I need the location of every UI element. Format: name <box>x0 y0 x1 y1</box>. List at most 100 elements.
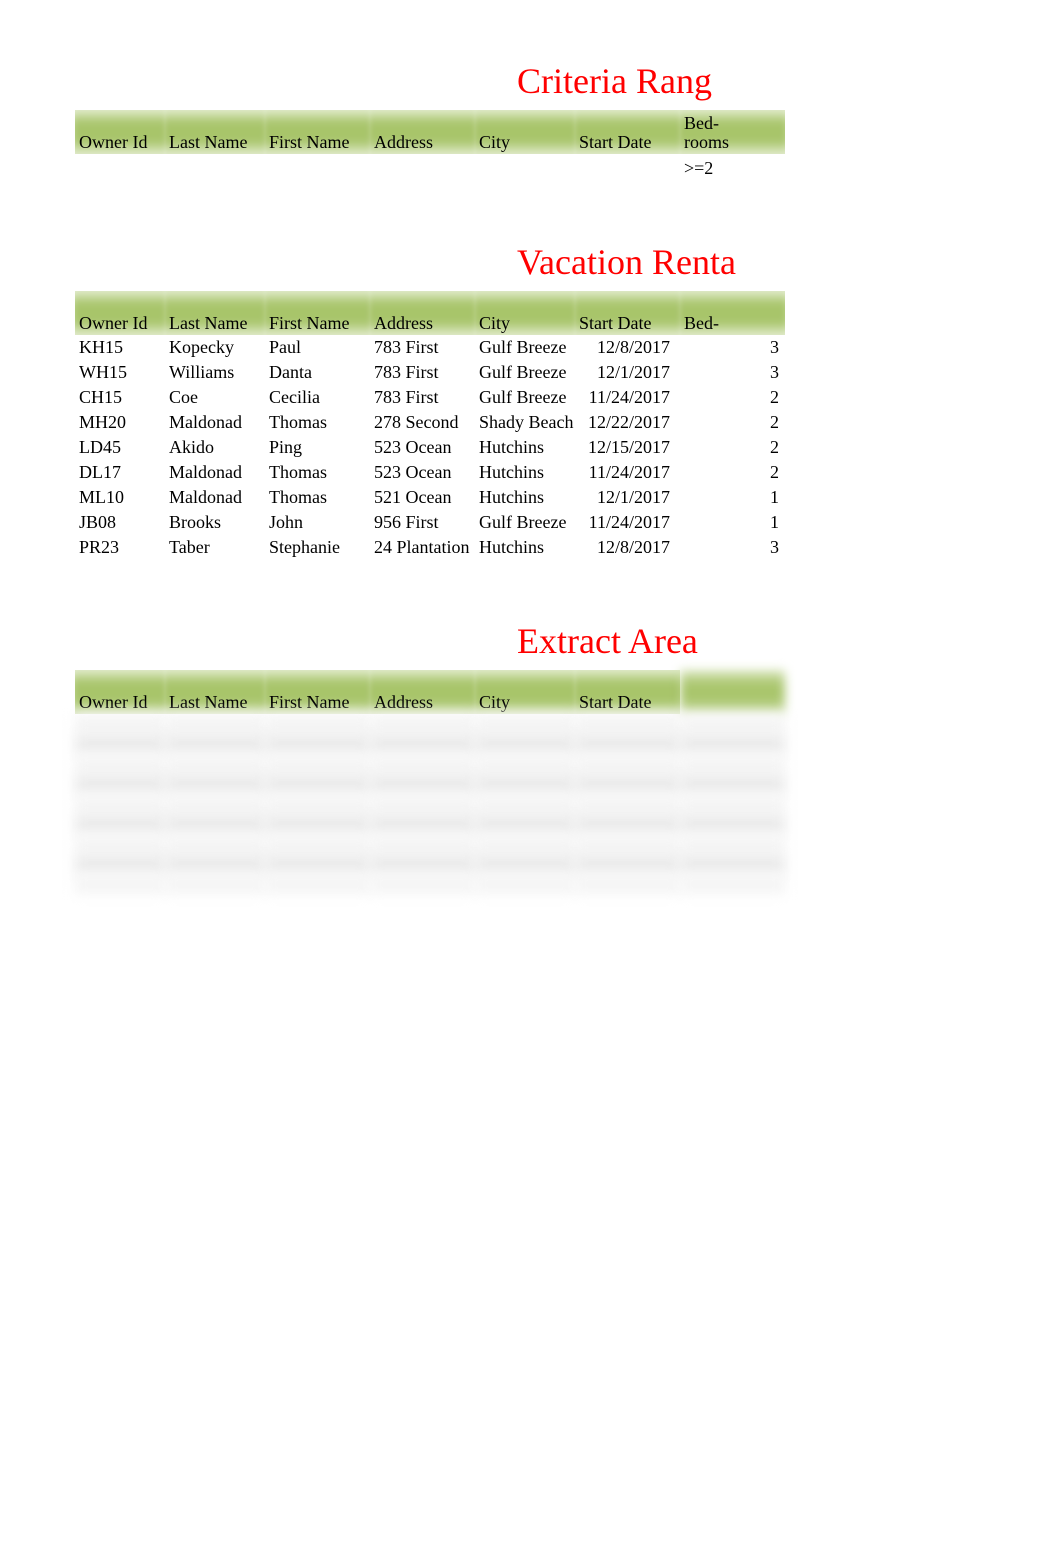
cell-addr: 24 Plantation <box>370 535 475 560</box>
cell-last: Williams <box>165 360 265 385</box>
cell-owner: WH15 <box>75 360 165 385</box>
cell-date: 12/1/2017 <box>575 360 680 385</box>
cell-city: Gulf Breeze <box>475 385 575 410</box>
col-date: Start Date <box>575 670 680 714</box>
criteria-owner <box>75 154 165 181</box>
criteria-title: Criteria Rang <box>75 60 992 102</box>
cell-owner: JB08 <box>75 510 165 535</box>
cell-owner: CH15 <box>75 385 165 410</box>
criteria-bed: >=2 <box>680 154 785 181</box>
cell-last: Maldonad <box>165 410 265 435</box>
cell-date: 12/8/2017 <box>575 335 680 360</box>
cell-first: Ping <box>265 435 370 460</box>
cell-city: Gulf Breeze <box>475 335 575 360</box>
col-last: Last Name <box>165 670 265 714</box>
blurred-row <box>75 794 785 814</box>
cell-addr: 278 Second <box>370 410 475 435</box>
cell-bed: 3 <box>680 360 785 385</box>
col-city: City <box>475 670 575 714</box>
cell-first: Thomas <box>265 460 370 485</box>
table-row: ML10MaldonadThomas521 OceanHutchins12/1/… <box>75 485 785 510</box>
extract-title: Extract Area <box>75 620 992 662</box>
cell-date: 11/24/2017 <box>575 510 680 535</box>
rentals-header-row: Owner Id Last Name First Name Address Ci… <box>75 291 785 335</box>
blurred-row <box>75 874 785 894</box>
col-last: Last Name <box>165 110 265 154</box>
criteria-date <box>575 154 680 181</box>
table-row: LD45AkidoPing523 OceanHutchins12/15/2017… <box>75 435 785 460</box>
col-addr: Address <box>370 291 475 335</box>
rentals-title: Vacation Renta <box>75 241 992 283</box>
col-date: Start Date <box>575 110 680 154</box>
col-owner: Owner Id <box>75 670 165 714</box>
criteria-table: Owner Id Last Name First Name Address Ci… <box>75 110 785 181</box>
table-row: WH15WilliamsDanta783 FirstGulf Breeze12/… <box>75 360 785 385</box>
cell-owner: MH20 <box>75 410 165 435</box>
cell-city: Gulf Breeze <box>475 360 575 385</box>
cell-first: Cecilia <box>265 385 370 410</box>
blurred-row <box>75 734 785 754</box>
col-bed <box>680 670 785 714</box>
cell-addr: 783 First <box>370 385 475 410</box>
col-addr: Address <box>370 670 475 714</box>
cell-addr: 521 Ocean <box>370 485 475 510</box>
cell-city: Hutchins <box>475 435 575 460</box>
table-row: KH15KopeckyPaul783 FirstGulf Breeze12/8/… <box>75 335 785 360</box>
cell-last: Kopecky <box>165 335 265 360</box>
criteria-value-row: >=2 <box>75 154 785 181</box>
cell-date: 12/15/2017 <box>575 435 680 460</box>
cell-bed: 2 <box>680 435 785 460</box>
blurred-row <box>75 814 785 834</box>
col-first: First Name <box>265 291 370 335</box>
col-bed: Bed- <box>680 291 785 335</box>
extract-header-row: Owner Id Last Name First Name Address Ci… <box>75 670 785 714</box>
cell-owner: ML10 <box>75 485 165 510</box>
blurred-row <box>75 774 785 794</box>
col-date: Start Date <box>575 291 680 335</box>
cell-city: Gulf Breeze <box>475 510 575 535</box>
cell-owner: DL17 <box>75 460 165 485</box>
cell-addr: 783 First <box>370 335 475 360</box>
blurred-row <box>75 834 785 854</box>
col-addr: Address <box>370 110 475 154</box>
cell-addr: 783 First <box>370 360 475 385</box>
table-row: JB08BrooksJohn956 FirstGulf Breeze11/24/… <box>75 510 785 535</box>
criteria-last <box>165 154 265 181</box>
cell-city: Hutchins <box>475 535 575 560</box>
cell-owner: KH15 <box>75 335 165 360</box>
extract-table: Owner Id Last Name First Name Address Ci… <box>75 670 785 894</box>
cell-bed: 3 <box>680 535 785 560</box>
criteria-addr <box>370 154 475 181</box>
cell-last: Taber <box>165 535 265 560</box>
cell-city: Hutchins <box>475 485 575 510</box>
criteria-first <box>265 154 370 181</box>
cell-last: Coe <box>165 385 265 410</box>
cell-date: 12/8/2017 <box>575 535 680 560</box>
blurred-row <box>75 714 785 734</box>
col-city: City <box>475 110 575 154</box>
cell-bed: 2 <box>680 385 785 410</box>
table-row: DL17MaldonadThomas523 OceanHutchins11/24… <box>75 460 785 485</box>
rentals-table: Owner Id Last Name First Name Address Ci… <box>75 291 785 560</box>
cell-bed: 3 <box>680 335 785 360</box>
cell-last: Maldonad <box>165 460 265 485</box>
cell-date: 12/22/2017 <box>575 410 680 435</box>
cell-date: 11/24/2017 <box>575 460 680 485</box>
cell-bed: 1 <box>680 485 785 510</box>
cell-bed: 2 <box>680 410 785 435</box>
col-first: First Name <box>265 110 370 154</box>
col-owner: Owner Id <box>75 291 165 335</box>
blurred-row <box>75 754 785 774</box>
table-row: PR23TaberStephanie24 PlantationHutchins1… <box>75 535 785 560</box>
cell-owner: LD45 <box>75 435 165 460</box>
cell-first: Paul <box>265 335 370 360</box>
criteria-header-row: Owner Id Last Name First Name Address Ci… <box>75 110 785 154</box>
blurred-row <box>75 854 785 874</box>
cell-last: Brooks <box>165 510 265 535</box>
col-bed: Bed- rooms <box>680 110 785 154</box>
table-row: CH15CoeCecilia783 FirstGulf Breeze11/24/… <box>75 385 785 410</box>
table-row: MH20MaldonadThomas278 SecondShady Beach1… <box>75 410 785 435</box>
cell-first: Stephanie <box>265 535 370 560</box>
cell-last: Akido <box>165 435 265 460</box>
cell-city: Hutchins <box>475 460 575 485</box>
